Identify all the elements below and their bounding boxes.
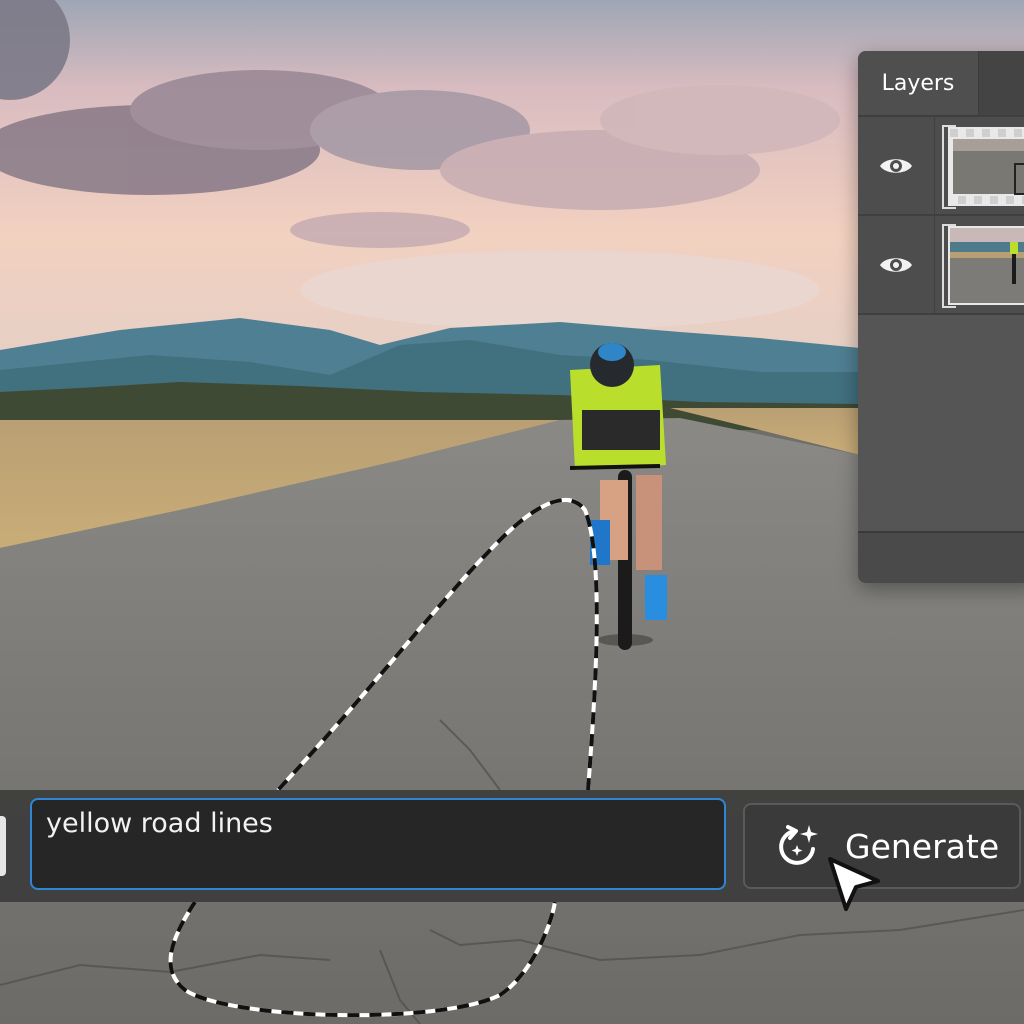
generated-layer-thumbnail[interactable]: [948, 127, 1024, 206]
prompt-input[interactable]: yellow road lines: [30, 798, 726, 890]
layers-panel-header: Layers: [858, 51, 1024, 115]
layer-visibility-toggle[interactable]: [858, 117, 935, 214]
tab-layers[interactable]: Layers: [858, 51, 979, 115]
layer-visibility-toggle[interactable]: [858, 216, 935, 313]
layers-list-empty-area: [858, 313, 1024, 535]
background-photo-thumbnail[interactable]: [948, 226, 1024, 305]
eye-icon: [880, 158, 912, 173]
mouse-pointer-icon: [828, 857, 880, 911]
eye-icon: [880, 257, 912, 272]
layers-panel-footer: [858, 531, 1024, 583]
layers-panel: Layers: [858, 51, 1024, 583]
prompt-bar-left-button[interactable]: [0, 816, 6, 876]
layer-row-background[interactable]: [858, 214, 1024, 313]
generative-fill-icon: [779, 825, 818, 865]
layer-row-generated[interactable]: [858, 115, 1024, 214]
